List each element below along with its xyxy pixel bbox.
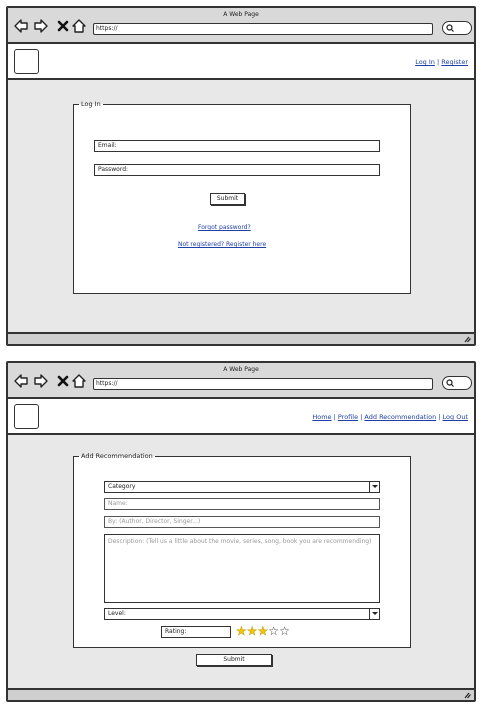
status-bar: [8, 332, 474, 344]
page-content: Log In Email: Password: Submit Forgot pa…: [8, 80, 474, 332]
logo-placeholder: [14, 404, 39, 429]
forgot-password-link[interactable]: Forgot password?: [198, 224, 251, 231]
logout-link[interactable]: Log Out: [443, 413, 468, 421]
forward-arrow-icon[interactable]: [34, 19, 48, 33]
page-content: Add Recommendation Category Name: By: (A…: [8, 435, 474, 688]
header-nav: Home | Profile | Add Recommendation | Lo…: [312, 413, 468, 421]
category-select[interactable]: Category: [104, 481, 380, 493]
register-here-link[interactable]: Not registered? Register here: [178, 241, 266, 248]
name-input[interactable]: Name:: [104, 498, 380, 510]
browser-window-recommendation: A Web Page https:// Home | Profile | Add…: [6, 361, 476, 702]
rating-label: Rating:: [161, 626, 231, 638]
page-header: Log In | Register: [8, 44, 474, 80]
star-filled-icon[interactable]: ★: [257, 624, 268, 638]
search-button[interactable]: [442, 21, 472, 35]
window-title: A Web Page: [223, 11, 259, 18]
close-icon[interactable]: [56, 19, 70, 33]
back-arrow-icon[interactable]: [14, 19, 28, 33]
search-icon: [446, 24, 454, 32]
resize-handle-icon[interactable]: [463, 691, 471, 699]
home-icon[interactable]: [72, 19, 86, 33]
logo-placeholder: [14, 49, 39, 74]
level-select[interactable]: Level:: [104, 608, 380, 620]
profile-link[interactable]: Profile: [338, 413, 358, 421]
register-link[interactable]: Register: [441, 58, 468, 66]
add-recommendation-link[interactable]: Add Recommendation: [364, 413, 436, 421]
submit-button[interactable]: Submit: [210, 193, 245, 205]
browser-chrome: A Web Page https://: [8, 8, 474, 44]
home-icon[interactable]: [72, 374, 86, 388]
rating-stars[interactable]: ★★★☆☆: [236, 625, 290, 637]
page-header: Home | Profile | Add Recommendation | Lo…: [8, 399, 474, 435]
close-icon[interactable]: [56, 374, 70, 388]
category-value: Category: [108, 483, 136, 490]
url-input[interactable]: https://: [93, 378, 433, 390]
chevron-down-icon[interactable]: [369, 609, 379, 619]
login-link[interactable]: Log In: [415, 58, 435, 66]
search-button[interactable]: [442, 376, 472, 390]
resize-handle-icon[interactable]: [463, 335, 471, 343]
search-icon: [446, 379, 454, 387]
back-arrow-icon[interactable]: [14, 374, 28, 388]
browser-chrome: A Web Page https://: [8, 363, 474, 399]
home-link[interactable]: Home: [312, 413, 331, 421]
password-field[interactable]: Password:: [94, 164, 380, 176]
window-title: A Web Page: [223, 366, 259, 373]
add-recommendation-legend: Add Recommendation: [81, 452, 153, 460]
header-nav: Log In | Register: [415, 58, 468, 66]
star-filled-icon[interactable]: ★: [247, 624, 258, 638]
level-value: Level:: [108, 610, 126, 617]
submit-button[interactable]: Submit: [196, 654, 272, 666]
description-textarea[interactable]: Description: (Tell us a little about the…: [104, 534, 380, 603]
email-field[interactable]: Email:: [94, 140, 380, 152]
by-input[interactable]: By: (Author, Director, Singer...): [104, 516, 380, 528]
forward-arrow-icon[interactable]: [34, 374, 48, 388]
status-bar: [8, 688, 474, 700]
star-empty-icon[interactable]: ☆: [279, 624, 290, 638]
chevron-down-icon[interactable]: [369, 482, 379, 492]
star-filled-icon[interactable]: ★: [236, 624, 247, 638]
star-empty-icon[interactable]: ☆: [268, 624, 279, 638]
browser-window-login: A Web Page https:// Log In | Register Lo…: [6, 6, 476, 346]
login-form-legend: Log In: [81, 100, 101, 108]
url-input[interactable]: https://: [93, 23, 433, 35]
